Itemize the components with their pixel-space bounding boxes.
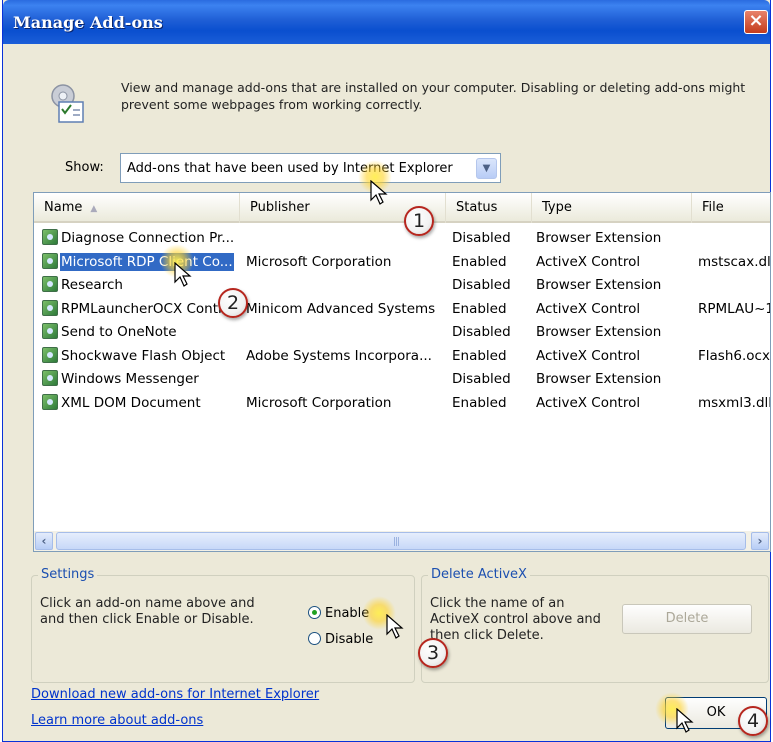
type-cell: ActiveX Control: [536, 300, 641, 317]
mouse-pointer-icon: [676, 708, 694, 733]
show-dropdown-value: Add-ons that have been used by Internet …: [127, 161, 453, 176]
step-1-callout: 1: [404, 206, 434, 236]
status-cell: Disabled: [452, 277, 511, 293]
show-dropdown[interactable]: Add-ons that have been used by Internet …: [120, 153, 501, 183]
table-row[interactable]: Shockwave Flash Object Adobe Systems Inco…: [34, 345, 770, 368]
show-label: Show:: [65, 160, 104, 175]
table-row[interactable]: Microsoft RDP Client Co... Microsoft Corp…: [34, 251, 770, 274]
addon-name-cell[interactable]: Send to OneNote: [42, 321, 240, 344]
status-cell: Disabled: [452, 371, 511, 387]
delete-activex-legend: Delete ActiveX: [428, 567, 530, 582]
delete-button[interactable]: Delete: [622, 604, 752, 634]
file-cell: mstscax.dl: [698, 253, 770, 270]
chevron-down-icon[interactable]: ▼: [476, 158, 497, 179]
intro-text: View and manage add-ons that are install…: [121, 80, 746, 112]
addon-icon: [42, 323, 58, 339]
column-header-status[interactable]: Status: [446, 193, 532, 223]
scroll-left-icon[interactable]: ‹: [35, 532, 53, 550]
mouse-pointer-icon: [370, 180, 388, 205]
status-cell: Enabled: [452, 394, 507, 411]
addon-icon: [42, 229, 58, 245]
addon-name-cell[interactable]: Shockwave Flash Object: [42, 345, 240, 368]
type-cell: ActiveX Control: [536, 347, 641, 364]
learn-more-link[interactable]: Learn more about add-ons: [31, 713, 203, 728]
file-cell: RPMLAU~1: [698, 300, 770, 317]
publisher-cell: [246, 274, 444, 297]
list-header: Name ▲ Publisher Status Type File: [34, 193, 770, 223]
title-bar: Manage Add-ons ×: [3, 0, 770, 44]
settings-group: Settings Click an add-on name above and …: [31, 567, 415, 683]
radio-unselected-icon: [308, 632, 321, 645]
file-cell: msxml3.dll: [698, 394, 770, 411]
addon-name-cell[interactable]: RPMLauncherOCX Contr: [42, 298, 240, 321]
publisher-cell: Microsoft Corporation: [246, 253, 392, 270]
column-header-type[interactable]: Type: [532, 193, 692, 223]
download-addons-link[interactable]: Download new add-ons for Internet Explor…: [31, 687, 319, 702]
table-row[interactable]: Windows Messenger Disabled Browser Extensi…: [34, 368, 770, 391]
status-cell: Enabled: [452, 300, 507, 317]
addon-icon: [42, 276, 58, 292]
addon-icon: [42, 346, 58, 363]
addons-settings-icon: [51, 84, 84, 123]
close-icon[interactable]: ×: [744, 10, 768, 34]
addon-icon: [42, 393, 58, 410]
step-3-callout: 3: [418, 638, 448, 668]
mouse-pointer-icon: [386, 614, 404, 639]
addon-name-cell[interactable]: Microsoft RDP Client Co...: [42, 251, 240, 274]
status-cell: Disabled: [452, 324, 511, 340]
file-cell: [698, 321, 770, 344]
disable-radio[interactable]: Disable: [308, 632, 373, 647]
addon-name-cell[interactable]: XML DOM Document: [42, 392, 240, 415]
publisher-cell: Microsoft Corporation: [246, 394, 392, 411]
table-row[interactable]: RPMLauncherOCX Contr Minicom Advanced Sys…: [34, 298, 770, 321]
column-header-file[interactable]: File: [692, 193, 770, 223]
table-row[interactable]: Diagnose Connection Pr... Disabled Browser…: [34, 227, 770, 250]
type-cell: Browser Extension: [536, 324, 662, 340]
scroll-right-icon[interactable]: ›: [751, 532, 769, 550]
radio-selected-icon: [308, 606, 321, 619]
scrollbar-thumb[interactable]: |||: [56, 532, 746, 550]
type-cell: Browser Extension: [536, 371, 662, 387]
type-cell: ActiveX Control: [536, 394, 641, 411]
step-4-callout: 4: [738, 706, 768, 736]
publisher-cell: [246, 368, 444, 391]
status-cell: Disabled: [452, 230, 511, 246]
addon-icon: [42, 299, 58, 316]
publisher-cell: Adobe Systems Incorpora...: [246, 347, 432, 364]
status-cell: Enabled: [452, 253, 507, 270]
mouse-pointer-icon: [174, 262, 192, 287]
addon-name-cell[interactable]: Diagnose Connection Pr...: [42, 227, 240, 250]
file-cell: [698, 274, 770, 297]
table-row[interactable]: XML DOM Document Microsoft Corporation Ena…: [34, 392, 770, 415]
step-2-callout: 2: [218, 288, 248, 318]
delete-activex-group: Delete ActiveX Click the name of an Acti…: [421, 567, 769, 683]
addons-list[interactable]: Name ▲ Publisher Status Type File Diagnos…: [33, 192, 771, 552]
addon-icon: [42, 252, 58, 269]
file-cell: Flash6.ocx: [698, 347, 770, 364]
type-cell: ActiveX Control: [536, 253, 641, 270]
window-title: Manage Add-ons: [13, 13, 163, 32]
sort-ascending-icon: ▲: [90, 204, 98, 214]
addon-icon: [42, 370, 58, 386]
publisher-cell: [246, 321, 444, 344]
table-row[interactable]: Send to OneNote Disabled Browser Extension: [34, 321, 770, 344]
settings-description: Click an add-on name above and and then …: [40, 596, 255, 627]
addon-name-cell[interactable]: Research: [42, 274, 240, 297]
publisher-cell: Minicom Advanced Systems: [246, 300, 436, 317]
enable-radio[interactable]: Enable: [308, 606, 369, 621]
delete-activex-description: Click the name of an ActiveX control abo…: [430, 596, 601, 643]
settings-legend: Settings: [38, 567, 98, 582]
table-row[interactable]: Research Disabled Browser Extension: [34, 274, 770, 297]
column-header-name[interactable]: Name ▲: [34, 193, 240, 223]
addon-name-cell[interactable]: Windows Messenger: [42, 368, 240, 391]
type-cell: Browser Extension: [536, 230, 662, 246]
scroll-grip-icon: |||: [393, 537, 400, 547]
file-cell: [698, 368, 770, 391]
status-cell: Enabled: [452, 347, 507, 364]
horizontal-scrollbar[interactable]: ‹ ||| ›: [34, 531, 770, 551]
file-cell: [698, 227, 770, 250]
type-cell: Browser Extension: [536, 277, 662, 293]
